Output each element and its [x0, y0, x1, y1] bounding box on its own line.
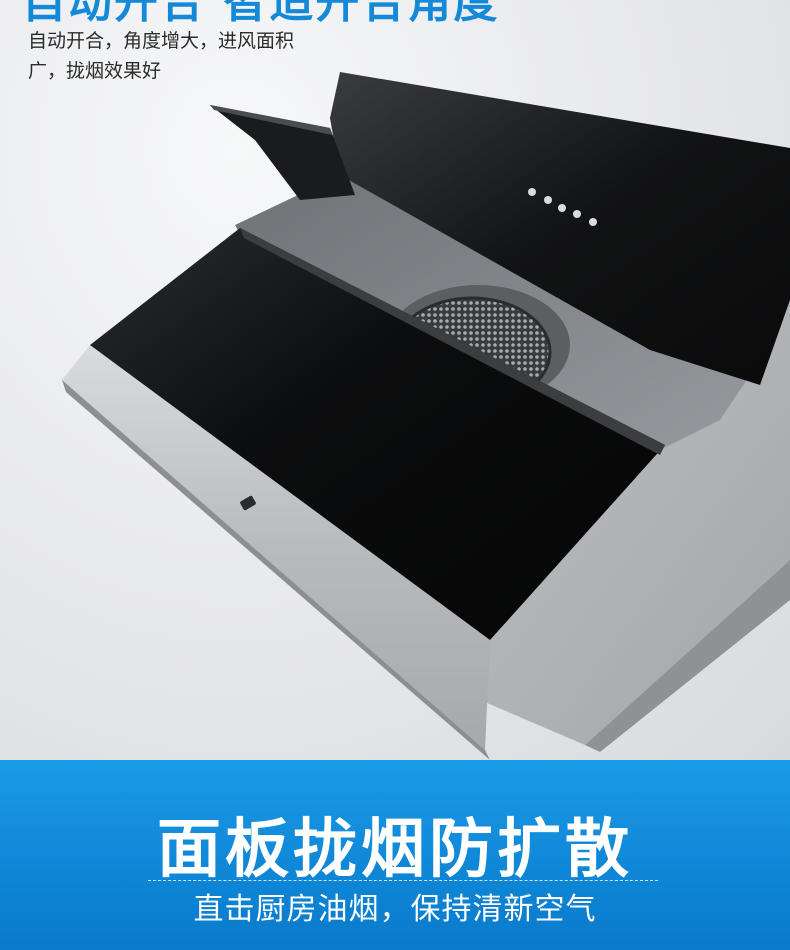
product-showcase: 自动开合 智适开合角度 自动开合，角度增大，进风面积 广，拢烟效果好 [0, 0, 790, 760]
banner-subtitle: 直击厨房油烟，保持清新空气 [193, 892, 597, 927]
banner-divider [148, 880, 658, 881]
feature-banner: 面板拢烟防扩散 直击厨房油烟，保持清新空气 [0, 760, 790, 950]
banner-title: 面板拢烟防扩散 [157, 813, 633, 887]
range-hood-product-image [62, 72, 790, 760]
